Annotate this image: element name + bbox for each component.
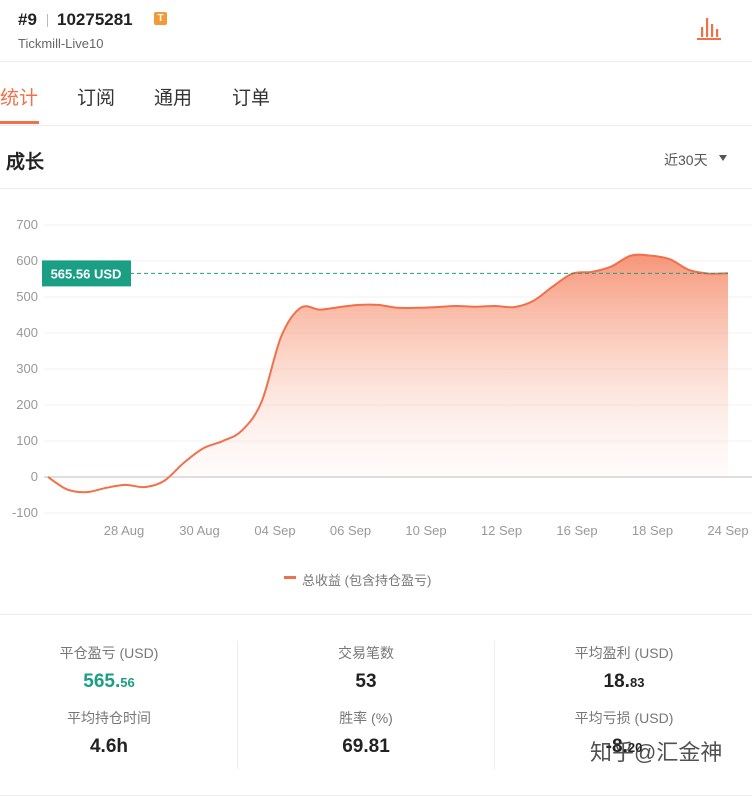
tab-subscribe[interactable]: 订阅 (77, 83, 115, 110)
y-tick-label: 0 (31, 469, 38, 484)
stat-trade-count: 交易笔数 53 (246, 643, 486, 693)
stat-value: 18.83 (603, 671, 645, 692)
caret-down-icon[interactable] (719, 155, 727, 161)
x-tick-label: 24 Sep (707, 523, 748, 538)
stat-win-rate: 胜率 (%) 69.81 (246, 708, 486, 758)
growth-section-header: 成长 近30天 (0, 127, 752, 189)
tab-stats[interactable]: 统计 (0, 83, 38, 110)
stat-avg-hold-time: 平均持仓时间 4.6h (0, 708, 229, 758)
stat-label: 平均亏损 (USD) (574, 710, 674, 726)
stat-value: 53 (355, 671, 377, 692)
stat-value: 565.56 (83, 671, 135, 692)
growth-chart-svg: 700 600 500 400 300 200 100 0 -100 28 Aug 30 Aug 04… (12, 217, 752, 538)
stats-divider (237, 641, 238, 769)
x-tick-label: 16 Sep (556, 523, 597, 538)
stat-value: 4.6h (89, 736, 129, 757)
x-tick-label: 28 Aug (104, 523, 145, 538)
y-tick-label: 200 (16, 397, 38, 412)
y-tick-label: 400 (16, 325, 38, 340)
account-number: 10275281 (57, 10, 133, 29)
y-tick-label: 300 (16, 361, 38, 376)
stat-value: 69.81 (342, 736, 390, 757)
stat-label: 交易笔数 (338, 645, 394, 661)
tab-general[interactable]: 通用 (154, 83, 192, 110)
range-selector[interactable]: 近30天 (664, 150, 708, 170)
section-title: 成长 (6, 152, 45, 173)
rank-label: #9 (18, 10, 37, 29)
x-tick-label: 30 Aug (179, 523, 220, 538)
account-header: #9 10275281 T Tickmill-Live10 (0, 0, 752, 62)
legend-swatch (284, 576, 296, 579)
x-tick-label: 04 Sep (254, 523, 295, 538)
x-tick-label: 10 Sep (405, 523, 446, 538)
legend-label[interactable]: 总收益 (包含持仓盈亏) (302, 570, 431, 589)
stats-divider (494, 641, 495, 769)
server-name: Tickmill-Live10 (18, 36, 104, 51)
stat-label: 平均持仓时间 (67, 710, 151, 726)
x-tick-label: 12 Sep (481, 523, 522, 538)
y-tick-label: 700 (16, 217, 38, 232)
header-divider (47, 14, 48, 27)
current-value-label: 565.56 USD (51, 266, 122, 281)
y-tick-label: -100 (12, 505, 38, 520)
y-tick-label: 100 (16, 433, 38, 448)
x-tick-label: 06 Sep (330, 523, 371, 538)
bar-chart-icon[interactable] (694, 14, 724, 42)
active-tab-indicator (0, 121, 39, 124)
watermark: 知乎@汇金神 (590, 740, 723, 765)
stat-closed-pnl: 平仓盈亏 (USD) 565.56 (0, 643, 229, 693)
x-tick-label: 18 Sep (632, 523, 673, 538)
stat-label: 平均盈利 (USD) (574, 645, 674, 661)
stat-avg-profit: 平均盈利 (USD) 18.83 (504, 643, 744, 693)
tab-orders[interactable]: 订单 (232, 83, 270, 110)
series-area (48, 254, 728, 493)
stat-label: 平仓盈亏 (USD) (59, 645, 159, 661)
y-tick-label: 600 (16, 253, 38, 268)
stat-label: 胜率 (%) (339, 710, 393, 726)
y-tick-label: 500 (16, 289, 38, 304)
growth-chart: 700 600 500 400 300 200 100 0 -100 28 Aug 30 Aug 04… (0, 190, 752, 610)
stats-panel: 平仓盈亏 (USD) 565.56 交易笔数 53 平均盈利 (USD) 18.… (0, 614, 752, 796)
platform-badge: T (154, 12, 167, 25)
tab-bar: 统计 订阅 通用 订单 (0, 63, 752, 126)
